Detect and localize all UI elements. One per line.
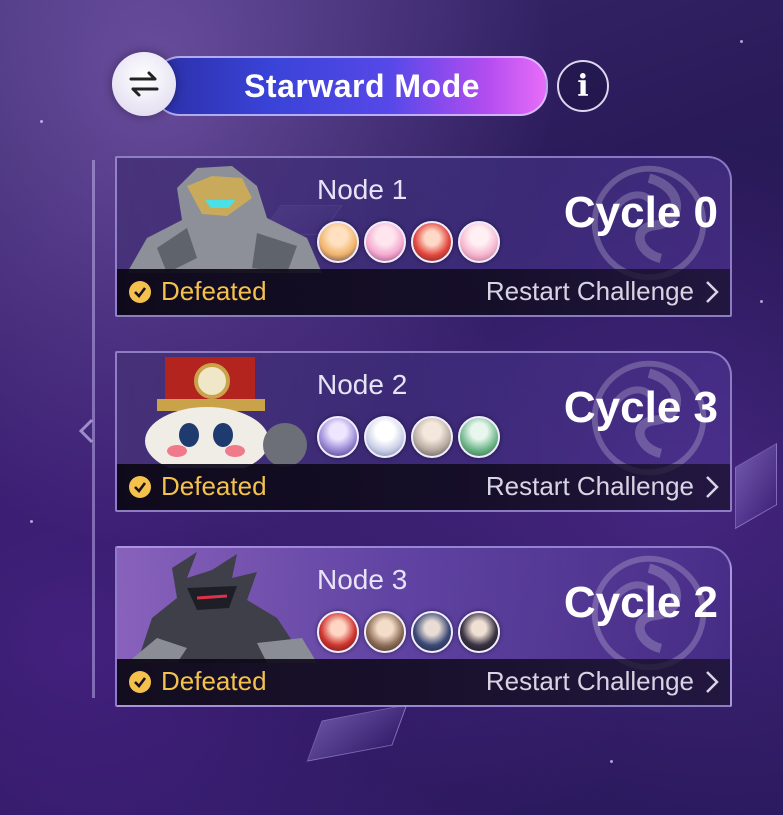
sparkle [760,300,763,303]
mode-bar: Starward Mode [112,52,548,116]
status-label: Defeated [161,276,267,306]
chevron-right-icon [706,281,719,303]
character-avatar [364,221,406,263]
sparkle [40,120,43,123]
node-title: Node 3 [317,564,408,595]
cycle-count: Cycle 2 [563,578,718,627]
character-avatar [411,611,453,653]
character-avatar [411,221,453,263]
status-bar: Defeated Restart Challenge [117,659,730,705]
chevron-right-icon [706,476,719,498]
character-avatar [458,221,500,263]
character-avatar [317,416,359,458]
team-avatars [317,611,500,653]
status-bar: Defeated Restart Challenge [117,464,730,510]
status-bar: Defeated Restart Challenge [117,269,730,315]
info-icon: i [577,68,589,104]
boss-portrait-2 [145,357,307,468]
mode-label: Starward Mode [244,67,480,104]
node-title: Node 2 [317,369,408,400]
check-icon [129,281,151,303]
restart-challenge-button[interactable]: Restart Challenge [486,666,694,697]
sparkle [740,40,743,43]
restart-challenge-button[interactable]: Restart Challenge [486,276,694,307]
info-button[interactable]: i [557,60,609,112]
team-avatars [317,416,500,458]
swap-arrows-icon [129,71,159,97]
cycle-count: Cycle 0 [563,188,718,237]
character-avatar [317,221,359,263]
boss-portrait-3 [127,552,317,663]
cycle-count: Cycle 3 [563,383,718,432]
character-avatar [364,611,406,653]
node-card-3[interactable]: Node 3 Cycle 2 Defeated Restart Challeng… [115,546,732,707]
boss-portrait-1 [127,166,322,273]
character-avatar [458,611,500,653]
team-avatars [317,221,500,263]
restart-challenge-button[interactable]: Restart Challenge [486,471,694,502]
chevron-left-icon [78,418,94,444]
mode-switch-button[interactable] [112,52,176,116]
status-label: Defeated [161,471,267,501]
check-icon [129,476,151,498]
character-avatar [458,416,500,458]
character-avatar [411,416,453,458]
status-label: Defeated [161,666,267,696]
node-card-1[interactable]: Node 1 Cycle 0 Defeated Restart Challeng… [115,156,732,317]
crystal-shard [306,704,408,762]
sparkle [30,520,33,523]
sparkle [610,760,613,763]
character-avatar [317,611,359,653]
node-title: Node 1 [317,174,408,205]
chevron-right-icon [706,671,719,693]
node-card-2[interactable]: Node 2 Cycle 3 Defeated Restart Challeng… [115,351,732,512]
character-avatar [364,416,406,458]
check-icon [129,671,151,693]
crystal-shard [735,442,777,530]
mode-selector[interactable]: Starward Mode [152,56,548,116]
